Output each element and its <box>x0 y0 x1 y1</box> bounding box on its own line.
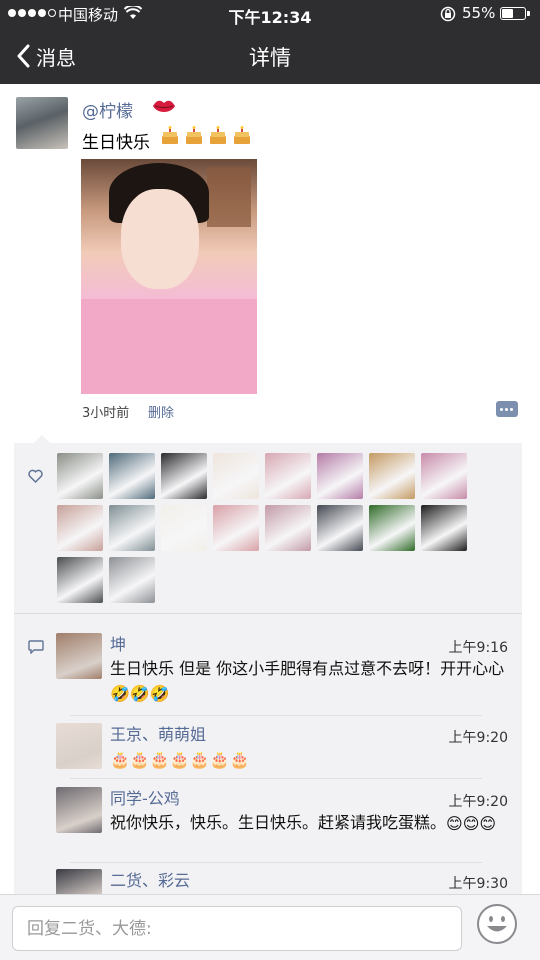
likes-comments-panel: 坤 上午9:16 生日快乐 但是 你这小手肥得有点过意不去呀！开开心心 🤣🤣🤣 王… <box>14 435 522 915</box>
liker-avatar[interactable] <box>161 453 207 499</box>
rotation-lock-icon <box>440 6 456 22</box>
battery-icon <box>500 7 530 20</box>
commenter-avatar[interactable] <box>56 633 102 679</box>
comment-emoji: 🤣🤣🤣 <box>110 683 170 703</box>
reply-input[interactable] <box>12 906 462 951</box>
cake-icon <box>160 126 180 146</box>
liker-avatar[interactable] <box>317 453 363 499</box>
comment-text: 🎂🎂🎂🎂🎂🎂🎂 <box>110 747 510 772</box>
page-title: 详情 <box>249 46 291 70</box>
liker-avatar[interactable] <box>109 557 155 603</box>
lips-icon <box>153 100 175 112</box>
author-avatar[interactable] <box>16 97 68 149</box>
comment-action-button[interactable] <box>496 401 518 417</box>
liker-avatar[interactable] <box>161 505 207 551</box>
status-bar: 中国移动 下午12:34 55% <box>0 0 540 28</box>
commenter-avatar[interactable] <box>56 723 102 769</box>
comment-time: 上午9:30 <box>448 876 508 892</box>
liker-avatar[interactable] <box>421 505 467 551</box>
comment-body: 祝你快乐，快乐。生日快乐。赶紧请我吃蛋糕。 <box>110 813 447 832</box>
liker-avatar[interactable] <box>213 505 259 551</box>
comment-divider <box>70 862 482 863</box>
commenter-name[interactable]: 同学-公鸡 <box>110 785 180 809</box>
battery-percent: 55% <box>462 4 496 22</box>
cake-icon <box>208 126 228 146</box>
status-time: 下午12:34 <box>228 8 312 27</box>
commenter-name[interactable]: 王京、萌萌姐 <box>110 721 206 745</box>
reply-bar <box>0 894 540 960</box>
liker-avatar[interactable] <box>369 505 415 551</box>
heart-icon <box>28 469 43 483</box>
author-name[interactable]: @柠檬 <box>82 97 133 122</box>
cake-emojis <box>160 126 252 146</box>
post-time: 3小时前 <box>82 406 130 421</box>
post-photo[interactable] <box>81 159 257 394</box>
liker-avatar[interactable] <box>265 505 311 551</box>
comment-emoji: 🎂🎂🎂🎂🎂🎂🎂 <box>110 749 250 769</box>
commenter-name[interactable]: 坤 <box>110 631 126 655</box>
liker-avatar[interactable] <box>109 453 155 499</box>
liker-avatar[interactable] <box>57 453 103 499</box>
liker-avatar[interactable] <box>369 453 415 499</box>
comment-time: 上午9:20 <box>448 730 508 746</box>
liker-avatar[interactable] <box>109 505 155 551</box>
comment-time: 上午9:20 <box>448 794 508 810</box>
post-text: 生日快乐 <box>82 133 150 153</box>
liker-avatar[interactable] <box>57 557 103 603</box>
comment-text: 生日快乐 但是 你这小手肥得有点过意不去呀！开开心心 🤣🤣🤣 <box>110 657 510 706</box>
cake-icon <box>232 126 252 146</box>
liker-avatar[interactable] <box>421 453 467 499</box>
comment-emoji: 😊😊😊 <box>446 813 497 833</box>
panel-divider <box>14 613 522 614</box>
emoji-button-icon[interactable] <box>476 903 518 945</box>
delete-link[interactable]: 删除 <box>148 402 174 421</box>
cake-icon <box>184 126 204 146</box>
comment-body: 生日快乐 但是 你这小手肥得有点过意不去呀！开开心心 <box>110 659 505 678</box>
commenter-name[interactable]: 二货、彩云 <box>110 867 190 891</box>
liker-avatar[interactable] <box>57 505 103 551</box>
liker-avatar[interactable] <box>265 453 311 499</box>
liker-avatar[interactable] <box>213 453 259 499</box>
comment-bubble-icon <box>28 640 44 654</box>
comment-divider <box>70 778 482 779</box>
navigation-bar: 消息 详情 <box>0 28 540 84</box>
comment-text: 祝你快乐，快乐。生日快乐。赶紧请我吃蛋糕。😊😊😊 <box>110 811 510 836</box>
top-bar: 中国移动 下午12:34 55% 消息 详情 <box>0 0 540 84</box>
comment-time: 上午9:16 <box>448 640 508 656</box>
comment-divider <box>70 715 482 716</box>
liker-avatar[interactable] <box>317 505 363 551</box>
commenter-avatar[interactable] <box>56 787 102 833</box>
